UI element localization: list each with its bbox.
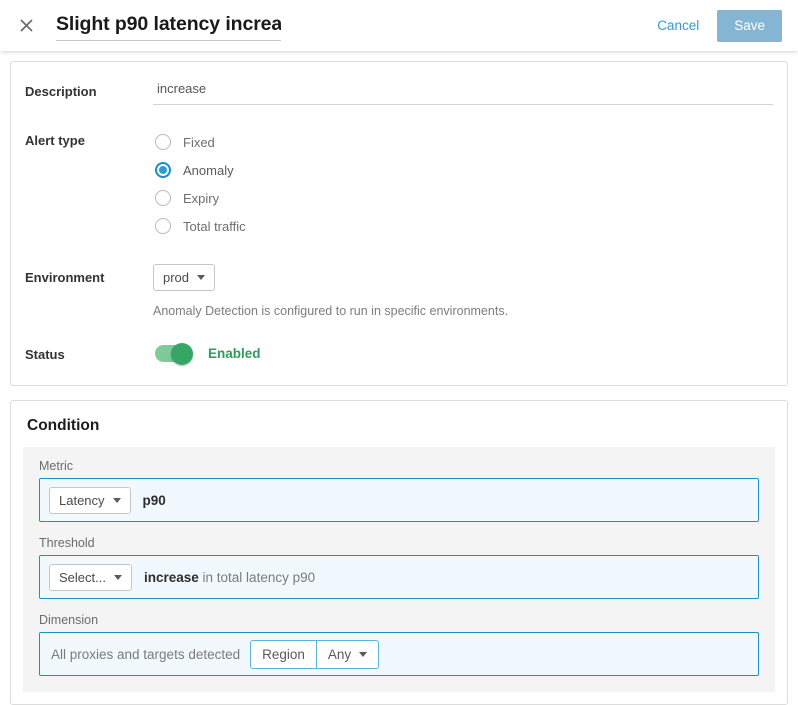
cancel-button[interactable]: Cancel xyxy=(657,18,699,33)
dimension-region-button[interactable]: Region xyxy=(250,640,317,669)
environment-label: Environment xyxy=(25,264,153,286)
alert-type-radio-group: Fixed Anomaly Expiry Total traffic xyxy=(153,127,773,240)
alert-type-row: Alert type Fixed Anomaly Expiry Total tr… xyxy=(25,127,773,240)
chevron-down-icon xyxy=(113,498,121,503)
dimension-region-label: Region xyxy=(262,647,305,662)
threshold-text-rest: in total latency p90 xyxy=(203,570,316,585)
radio-icon xyxy=(155,218,171,234)
environment-field: prod Anomaly Detection is configured to … xyxy=(153,264,773,319)
chevron-down-icon xyxy=(197,275,205,280)
status-toggle[interactable] xyxy=(155,345,192,362)
description-label: Description xyxy=(25,78,153,100)
radio-icon xyxy=(155,190,171,206)
dialog-header: Cancel Save xyxy=(0,0,798,51)
save-button[interactable]: Save xyxy=(717,10,782,42)
radio-label: Fixed xyxy=(183,135,215,150)
dimension-text: All proxies and targets detected xyxy=(51,647,240,662)
status-label: Status xyxy=(25,341,153,363)
close-button[interactable] xyxy=(12,12,40,40)
toggle-knob xyxy=(171,343,193,365)
close-icon xyxy=(19,18,34,33)
condition-card: Condition Metric Latency p90 Threshold S… xyxy=(10,400,788,705)
description-field xyxy=(153,78,773,105)
metric-label: Metric xyxy=(39,459,759,473)
radio-icon-selected xyxy=(155,162,171,178)
metric-select-value: Latency xyxy=(59,493,105,508)
threshold-select[interactable]: Select... xyxy=(49,564,132,591)
radio-label: Anomaly xyxy=(183,163,234,178)
radio-option-fixed[interactable]: Fixed xyxy=(153,128,773,156)
radio-label: Total traffic xyxy=(183,219,246,234)
environment-select-value: prod xyxy=(163,270,189,285)
radio-option-expiry[interactable]: Expiry xyxy=(153,184,773,212)
threshold-text-bold: increase xyxy=(144,570,199,585)
dimension-controls: Region Any xyxy=(250,640,379,669)
alert-settings-card: Description Alert type Fixed Anomaly xyxy=(10,61,788,386)
alert-type-label: Alert type xyxy=(25,127,153,149)
metric-text-value: p90 xyxy=(143,493,166,508)
condition-inner-panel: Metric Latency p90 Threshold Select... i xyxy=(23,447,775,692)
dimension-any-label: Any xyxy=(328,647,351,662)
threshold-box: Select... increase in total latency p90 xyxy=(39,555,759,599)
condition-title: Condition xyxy=(11,401,787,447)
dimension-any-select[interactable]: Any xyxy=(317,640,379,669)
threshold-select-value: Select... xyxy=(59,570,106,585)
radio-option-anomaly[interactable]: Anomaly xyxy=(153,156,773,184)
radio-option-total-traffic[interactable]: Total traffic xyxy=(153,212,773,240)
chevron-down-icon xyxy=(359,652,367,657)
environment-row: Environment prod Anomaly Detection is co… xyxy=(25,264,773,319)
threshold-label: Threshold xyxy=(39,536,759,550)
chevron-down-icon xyxy=(114,575,122,580)
metric-box: Latency p90 xyxy=(39,478,759,522)
metric-select[interactable]: Latency xyxy=(49,487,131,514)
status-field: Enabled xyxy=(153,341,773,362)
description-input[interactable] xyxy=(153,78,773,105)
alert-title-wrap xyxy=(56,11,281,41)
environment-helper-text: Anomaly Detection is configured to run i… xyxy=(153,303,773,319)
threshold-text: increase in total latency p90 xyxy=(144,570,315,585)
status-row: Status Enabled xyxy=(25,341,773,363)
dimension-box: All proxies and targets detected Region … xyxy=(39,632,759,676)
dimension-label: Dimension xyxy=(39,613,759,627)
environment-select[interactable]: prod xyxy=(153,264,215,291)
radio-icon xyxy=(155,134,171,150)
radio-label: Expiry xyxy=(183,191,219,206)
status-state-text: Enabled xyxy=(208,346,261,361)
status-line: Enabled xyxy=(153,341,773,362)
description-row: Description xyxy=(25,78,773,105)
alert-title-input[interactable] xyxy=(56,11,281,41)
dialog-body: Description Alert type Fixed Anomaly xyxy=(0,51,798,705)
metric-text: p90 xyxy=(143,493,166,508)
